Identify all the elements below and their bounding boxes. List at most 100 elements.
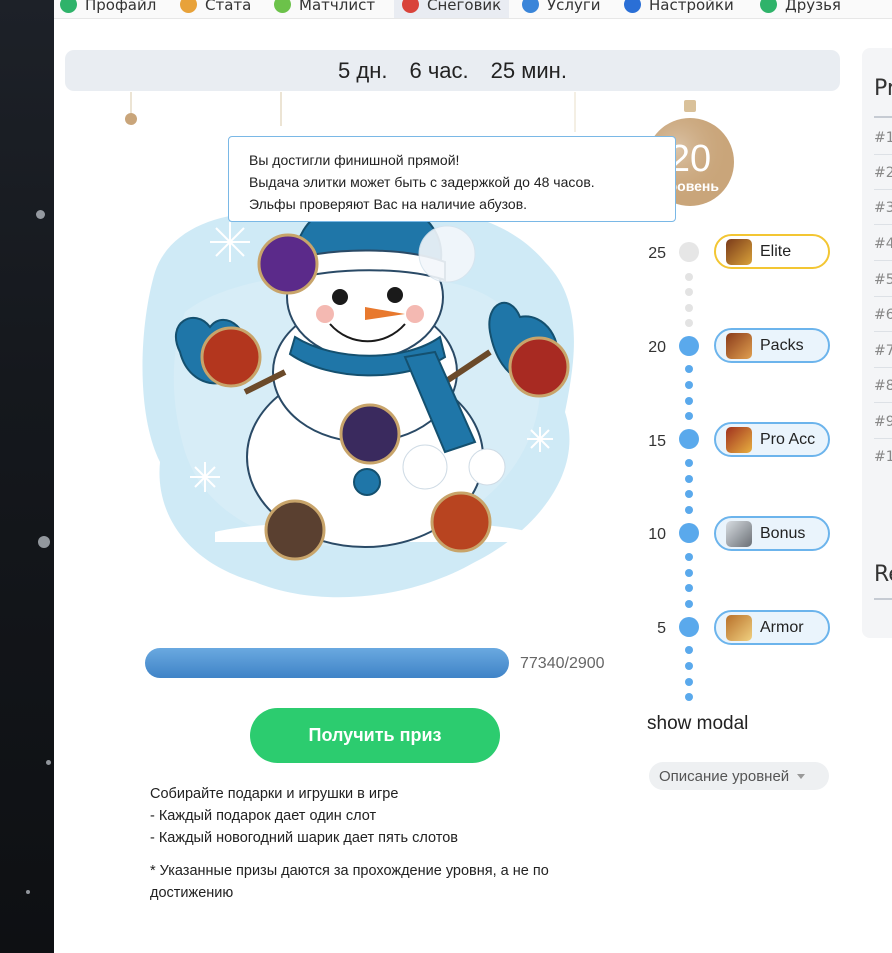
ornament-icon (125, 113, 137, 125)
timer-minutes: 25 мин. (490, 57, 567, 83)
ornament-ball-icon (257, 233, 319, 295)
rank-item: #4 (874, 236, 892, 252)
track-dot (685, 273, 693, 281)
tab-label: Матчлист (299, 0, 376, 14)
tooltip-line: Вы достигли финишной прямой! (249, 152, 460, 168)
rank-item: #9 (874, 414, 892, 430)
show-modal-link[interactable]: show modal (647, 713, 748, 735)
level-number-25: 25 (648, 245, 666, 262)
track-dot (685, 584, 693, 592)
reward-bonus[interactable]: Bonus (714, 516, 830, 551)
level-number-20: 20 (648, 339, 666, 356)
profile-icon (60, 0, 77, 13)
countdown-timer: 5 дн. 6 час. 25 мин. (65, 50, 840, 91)
reward-label: Packs (760, 336, 804, 354)
snow-dot (26, 890, 30, 894)
settings-icon (624, 0, 641, 13)
tab-profile[interactable]: Профайл (60, 0, 156, 18)
divider (874, 116, 892, 118)
ranking-title: Pr (874, 76, 892, 101)
tab-label: Стата (205, 0, 252, 14)
tooltip-line: Эльфы проверяют Вас на наличие абузов. (249, 196, 528, 212)
divider (874, 331, 892, 332)
tab-services[interactable]: Услуги (522, 0, 600, 18)
description-line: - Каждый новогодний шарик дает пять слот… (150, 830, 458, 846)
level-node-10 (679, 523, 699, 543)
tab-matchlist[interactable]: Матчлист (274, 0, 375, 18)
reward-label: Armor (760, 618, 804, 636)
description-line: Собирайте подарки и игрушки в игре (150, 786, 399, 802)
reward-pro-acc[interactable]: Pro Acc (714, 422, 830, 457)
snow-dot (46, 760, 51, 765)
track-dot (685, 553, 693, 561)
progress-text: 77340/2900 (520, 655, 605, 672)
caret-down-icon (797, 773, 806, 779)
tab-label: Настройки (649, 0, 734, 14)
reward-armor[interactable]: Armor (714, 610, 830, 645)
track-dot (685, 600, 693, 608)
stats-icon (180, 0, 197, 13)
divider (874, 367, 892, 368)
track-dot (685, 662, 693, 670)
tooltip-line: Выдача элитки может быть с задержкой до … (249, 174, 595, 190)
ranking-panel: Pr #1 #2 #3 #4 #5 #6 #7 #8 #9 #1 Re (862, 48, 892, 638)
ornament-ball-icon (508, 336, 570, 398)
ornament-ball-icon (430, 491, 492, 553)
reward-label: Elite (760, 242, 792, 260)
level-node-25 (679, 242, 699, 262)
background-dark-strip (0, 0, 54, 953)
ornament-ball-icon (264, 499, 326, 561)
divider (874, 189, 892, 190)
tab-label: Услуги (547, 0, 601, 14)
track-dot (685, 459, 693, 467)
divider (874, 402, 892, 403)
reward-packs[interactable]: Packs (714, 328, 830, 363)
tab-friends[interactable]: Друзья (760, 0, 841, 18)
track-dot (685, 506, 693, 514)
track-dot (685, 304, 693, 312)
ornament-ball-icon (339, 403, 401, 465)
track-dot (685, 646, 693, 654)
levels-description-dropdown[interactable]: Описание уровней (649, 762, 829, 790)
finish-tooltip: Вы достигли финишной прямой! Выдача элит… (228, 136, 676, 222)
ornament-ball-icon (200, 326, 262, 388)
track-dot (685, 678, 693, 686)
snowflake-icon (210, 222, 250, 262)
reward-label: Bonus (760, 524, 806, 542)
rank-item: #7 (874, 343, 892, 359)
track-dot (685, 412, 693, 420)
timer-days: 5 дн. (338, 57, 388, 83)
track-dot (685, 475, 693, 483)
tab-snowman[interactable]: Снеговик (394, 0, 510, 18)
armor-icon (726, 614, 752, 641)
track-dot (685, 397, 693, 405)
footnote-text: * Указанные призы даются за прохождение … (150, 863, 549, 901)
divider (874, 260, 892, 261)
divider (874, 224, 892, 225)
rank-item: #1 (874, 130, 892, 146)
panel-second-title: Re (874, 562, 892, 587)
tab-stats[interactable]: Стата (180, 0, 251, 18)
rank-item: #3 (874, 200, 892, 216)
rank-item: #6 (874, 307, 892, 323)
level-number-15: 15 (648, 433, 666, 450)
elite-hero-icon (726, 238, 752, 265)
track-dot (685, 288, 693, 296)
track-dot (685, 381, 693, 389)
get-prize-button[interactable]: Получить приз (250, 708, 500, 763)
snowman-icon (402, 0, 419, 13)
snow-dot (36, 210, 45, 219)
track-dot (685, 319, 693, 327)
pro-acc-chest-icon (726, 426, 752, 453)
reward-elite[interactable]: Elite (714, 234, 830, 269)
divider (874, 296, 892, 297)
tab-settings[interactable]: Настройки (624, 0, 734, 18)
tab-label: Снеговик (427, 0, 502, 14)
progress-bar (145, 648, 509, 678)
divider (874, 438, 892, 439)
rank-item: #5 (874, 272, 892, 288)
timer-hours: 6 час. (409, 57, 469, 83)
rank-item: #2 (874, 165, 892, 181)
friends-icon (760, 0, 777, 13)
divider (874, 154, 892, 155)
